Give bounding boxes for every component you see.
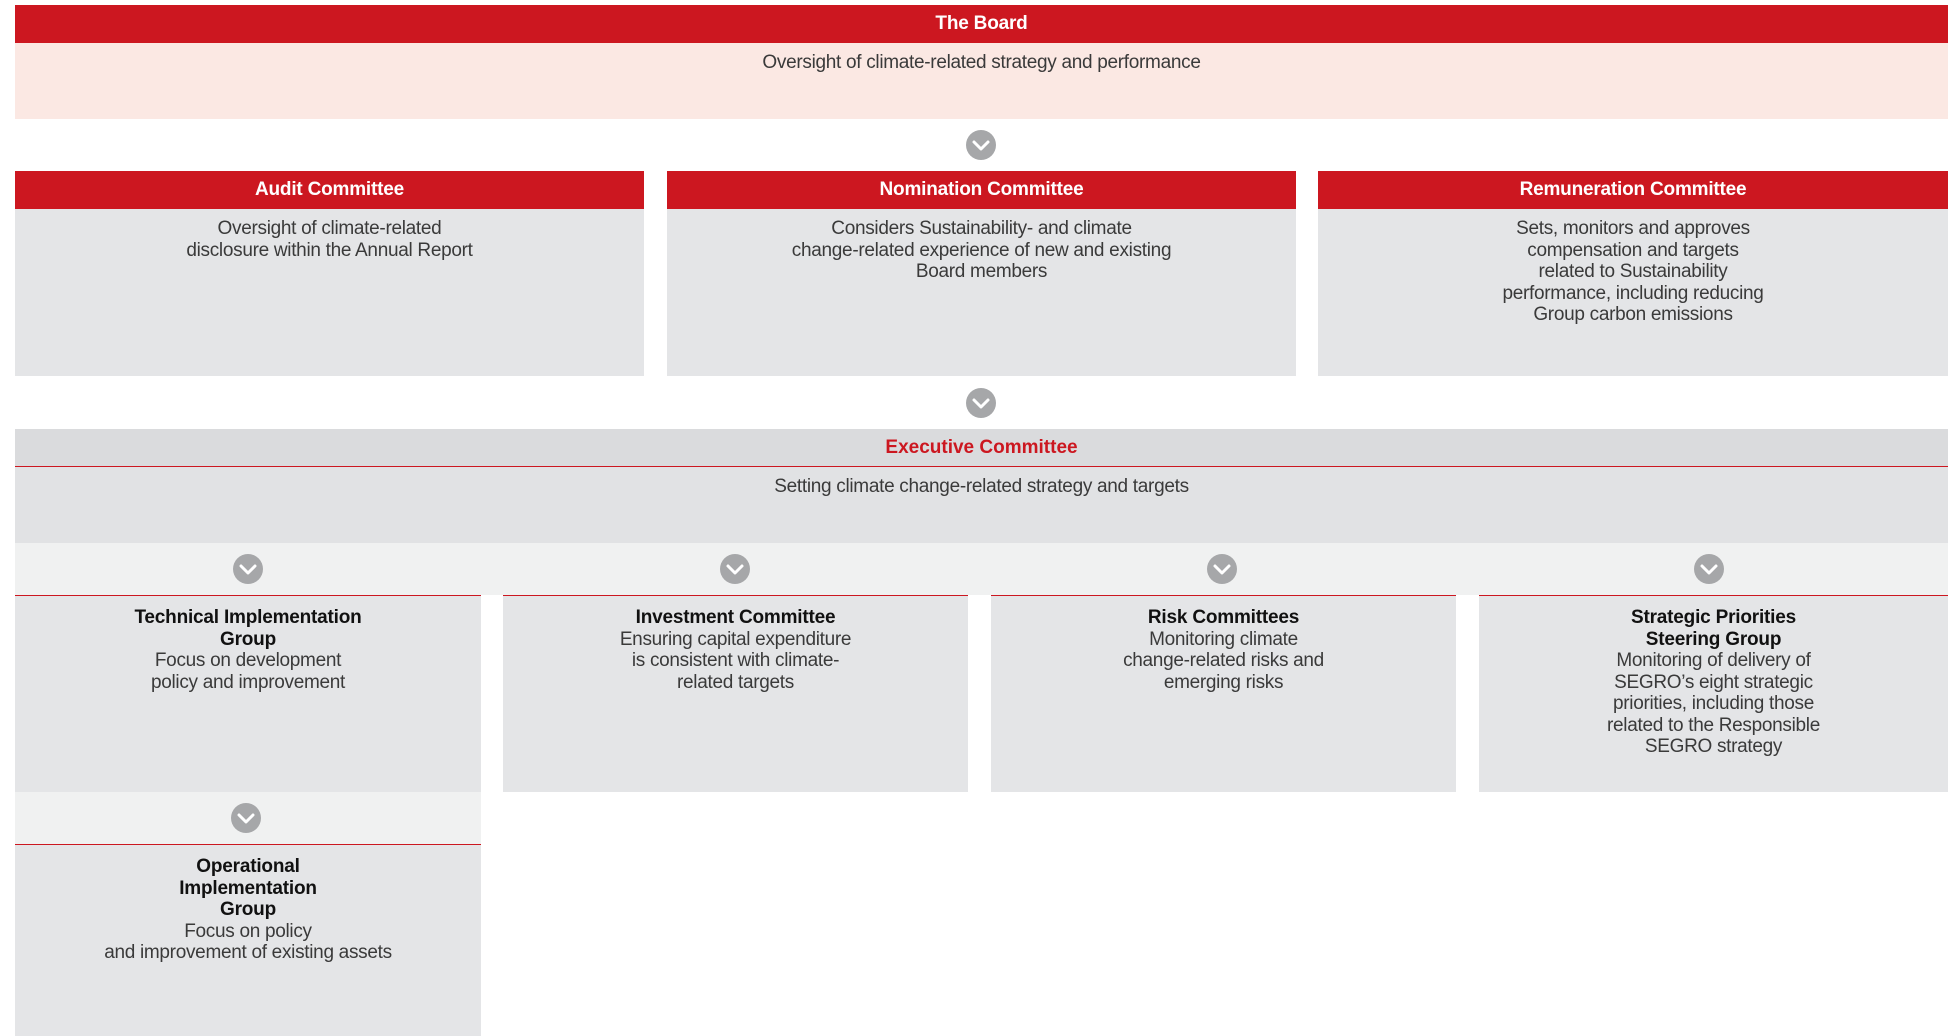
- chevron-down-icon: [720, 554, 750, 584]
- executive-committee-box: Executive Committee Setting climate chan…: [15, 429, 1948, 543]
- board-panel: Oversight of climate-related strategy an…: [15, 43, 1948, 119]
- nomination-committee-box: Nomination Committee Considers Sustainab…: [667, 171, 1296, 376]
- audit-committee-description: Oversight of climate-related disclosure …: [186, 218, 473, 261]
- chevron-down-icon: [233, 554, 263, 584]
- remuneration-committee-box: Remuneration Committee Sets, monitors an…: [1318, 171, 1948, 376]
- board-title: The Board: [15, 5, 1948, 43]
- technical-implementation-group-box: Technical Implementation Group Focus on …: [15, 595, 481, 792]
- strategic-priorities-steering-group-box: Strategic Priorities Steering Group Moni…: [1479, 595, 1948, 792]
- audit-committee-box: Audit Committee Oversight of climate-rel…: [15, 171, 644, 376]
- chevron-down-icon: [966, 130, 996, 160]
- strategic-priorities-steering-group-description: Monitoring of delivery of SEGRO’s eight …: [1607, 650, 1820, 757]
- nomination-committee-description: Considers Sustainability- and climate ch…: [791, 218, 1172, 282]
- executive-committee-description: Setting climate change-related strategy …: [774, 476, 1189, 497]
- board-description: Oversight of climate-related strategy an…: [762, 52, 1201, 73]
- audit-committee-title: Audit Committee: [15, 171, 644, 209]
- operational-implementation-group-description: Focus on policy and improvement of exist…: [104, 920, 392, 964]
- investment-committee-description: Ensuring capital expenditure is consiste…: [619, 628, 852, 693]
- operational-implementation-group-box: Operational Implementation Group Focus o…: [15, 844, 481, 1036]
- remuneration-committee-description: Sets, monitors and approves compensation…: [1502, 218, 1764, 325]
- technical-implementation-group-description: Focus on development policy and improvem…: [150, 650, 346, 693]
- operational-implementation-group-title: Operational Implementation Group: [179, 856, 317, 920]
- chevron-down-icon: [1207, 554, 1237, 584]
- chevron-down-icon: [231, 803, 261, 833]
- risk-committees-box: Risk Committees Monitoring climate chang…: [991, 595, 1456, 792]
- remuneration-committee-title: Remuneration Committee: [1318, 171, 1948, 209]
- nomination-committee-title: Nomination Committee: [667, 171, 1296, 209]
- executive-committee-title: Executive Committee: [15, 429, 1948, 466]
- chevron-down-icon: [966, 388, 996, 418]
- investment-committee-title: Investment Committee: [635, 607, 836, 628]
- risk-committees-title: Risk Committees: [1147, 607, 1300, 628]
- strategic-priorities-steering-group-title: Strategic Priorities Steering Group: [1631, 607, 1796, 650]
- groups-connector-strip: [15, 543, 1948, 595]
- technical-implementation-group-title: Technical Implementation Group: [134, 607, 362, 650]
- risk-committees-description: Monitoring climate change-related risks …: [1123, 628, 1324, 693]
- investment-committee-box: Investment Committee Ensuring capital ex…: [503, 595, 968, 792]
- chevron-down-icon: [1694, 554, 1724, 584]
